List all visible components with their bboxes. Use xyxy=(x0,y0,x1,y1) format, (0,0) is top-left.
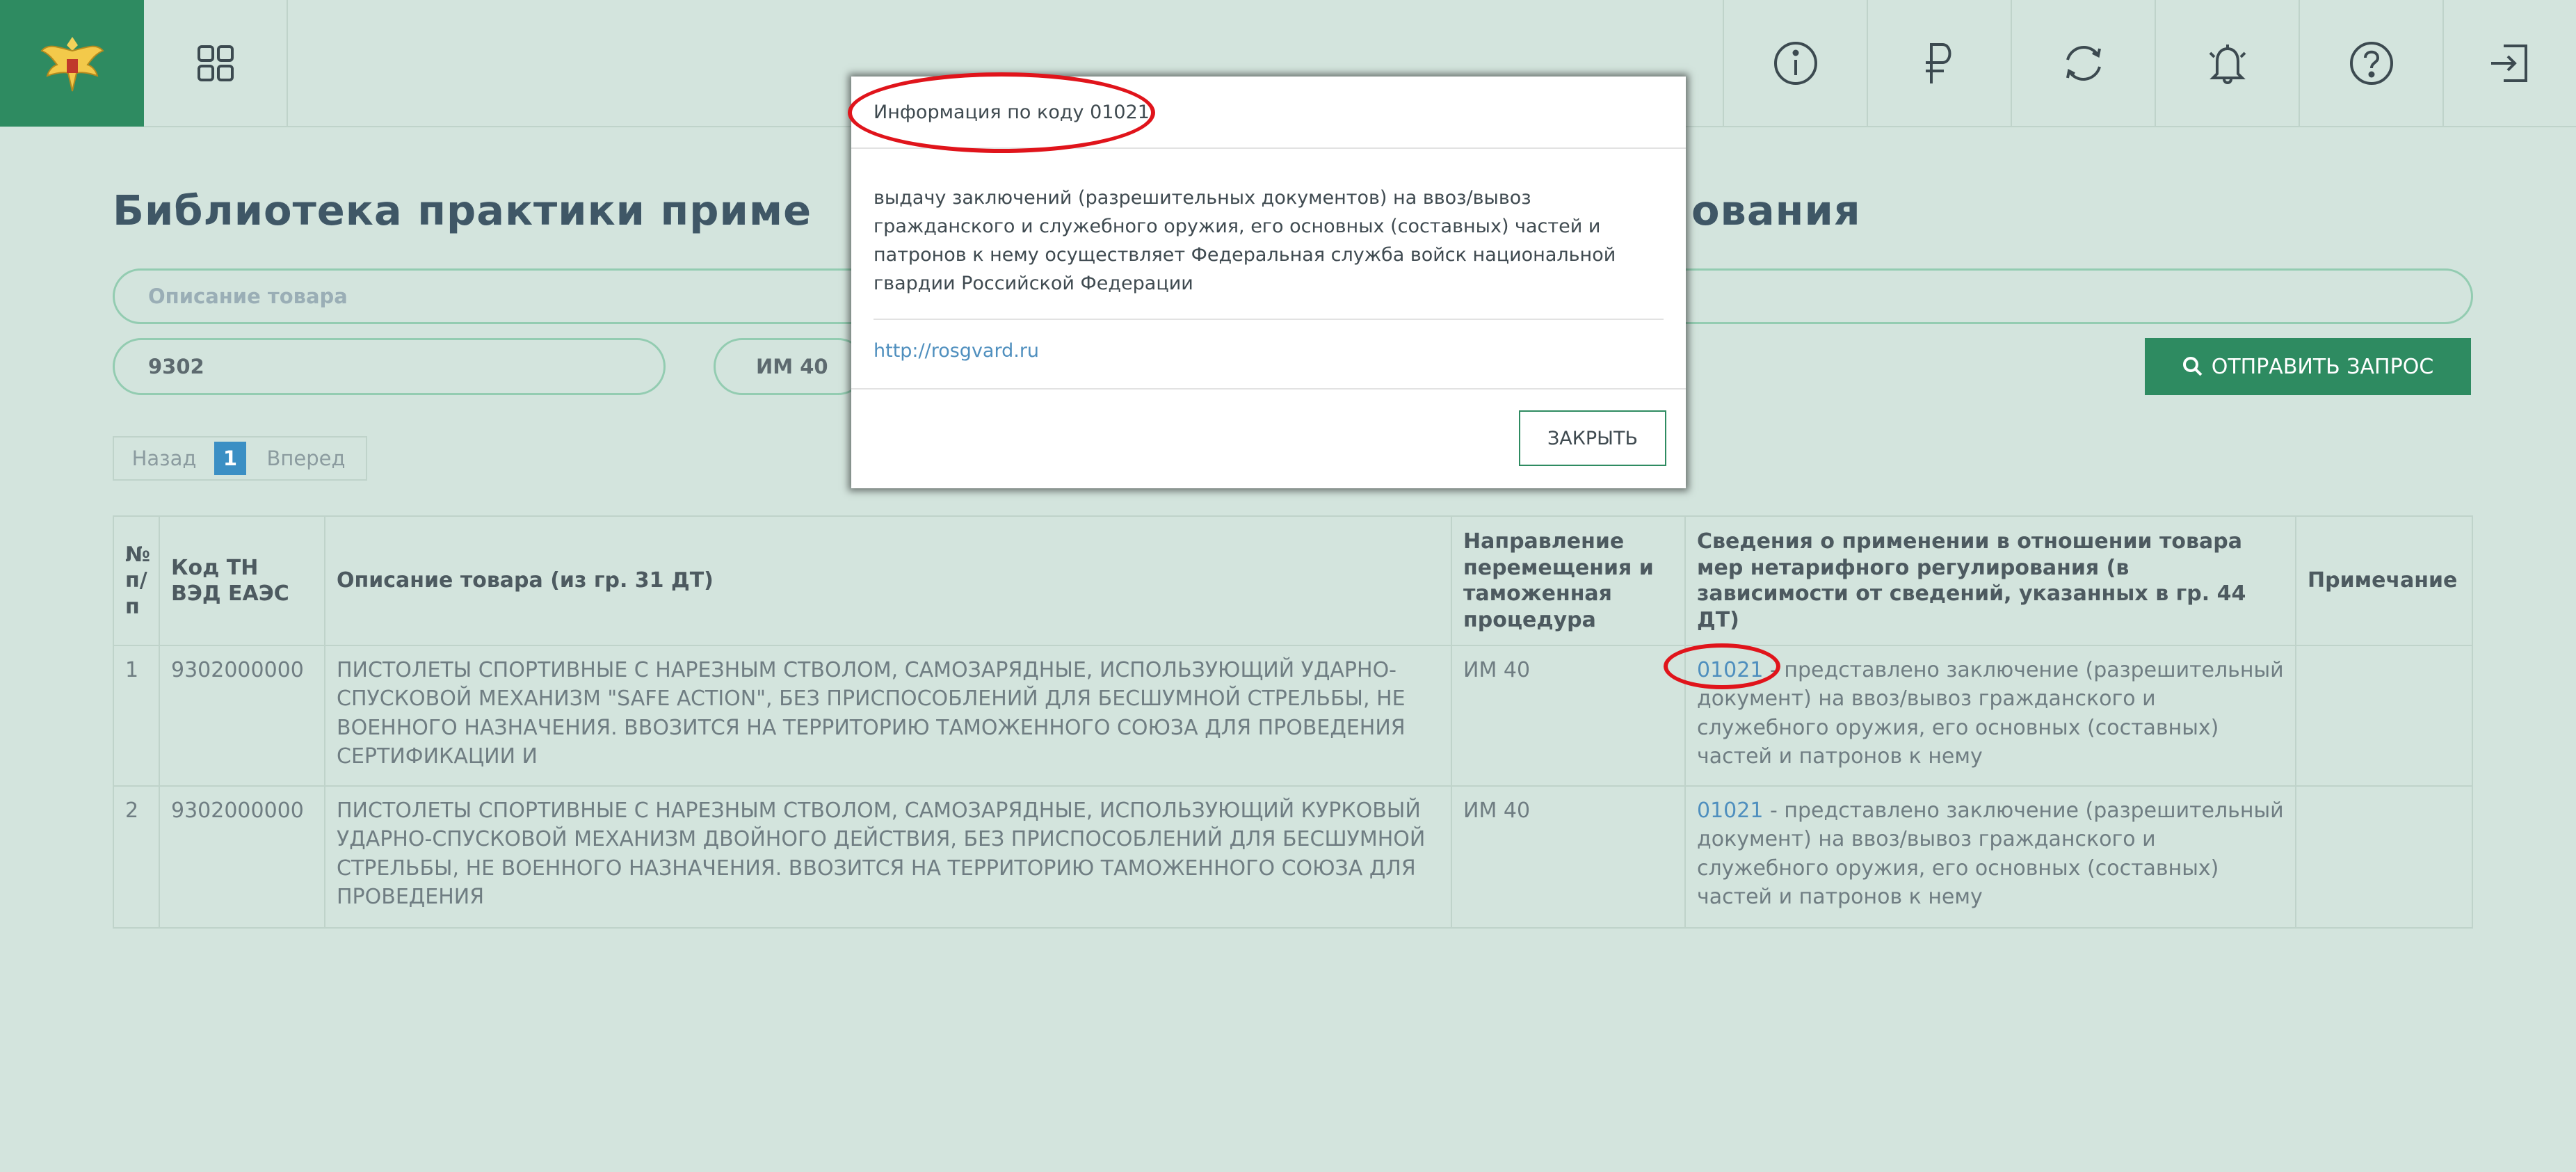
row-direction: ИМ 40 xyxy=(1451,645,1686,787)
refresh-icon xyxy=(2066,46,2101,81)
logout-button[interactable] xyxy=(2442,0,2576,127)
refresh-button[interactable] xyxy=(2011,0,2155,127)
row-num: 2 xyxy=(113,785,160,929)
grid-icon xyxy=(197,45,234,81)
measure-description: - представлено заключение (разрешительны… xyxy=(1697,658,2284,769)
row-description: ПИСТОЛЕТЫ СПОРТИВНЫЕ С НАРЕЗНЫМ СТВОЛОМ,… xyxy=(324,785,1452,929)
header-direction: Направление перемещения и таможенная про… xyxy=(1451,515,1686,646)
measure-code-link[interactable]: 01021 xyxy=(1697,798,1763,823)
modal-divider xyxy=(874,319,1664,320)
page-title-start: Библиотека практики приме xyxy=(113,186,812,234)
row-direction: ИМ 40 xyxy=(1451,785,1686,929)
eagle-emblem-icon xyxy=(40,37,104,92)
annotation-circle-code-link xyxy=(1664,643,1780,689)
apps-grid-button[interactable] xyxy=(144,0,288,127)
header-description: Описание товара (из гр. 31 ДТ) xyxy=(324,515,1452,646)
header-note: Примечание xyxy=(2295,515,2473,646)
pager-next[interactable]: Вперед xyxy=(246,438,366,479)
emblem-logo[interactable] xyxy=(0,0,144,127)
row-code: 9302000000 xyxy=(159,785,325,929)
header-info: Сведения о применении в отношении товара… xyxy=(1684,515,2296,646)
row-description: ПИСТОЛЕТЫ СПОРТИВНЫЕ С НАРЕЗНЫМ СТВОЛОМ,… xyxy=(324,645,1452,787)
send-request-button[interactable]: ОТПРАВИТЬ ЗАПРОС xyxy=(2145,338,2471,395)
table-row: 1 9302000000 ПИСТОЛЕТЫ СПОРТИВНЫЕ С НАРЕ… xyxy=(113,645,2473,787)
ruble-icon xyxy=(1925,43,1951,83)
help-icon xyxy=(2349,42,2393,85)
close-button[interactable]: ЗАКРЫТЬ xyxy=(1519,410,1666,466)
search-icon xyxy=(2182,357,2203,376)
measure-description: - представлено заключение (разрешительны… xyxy=(1697,798,2284,910)
row-info: 01021 - представлено заключение (разреши… xyxy=(1684,785,2296,929)
pager-current[interactable]: 1 xyxy=(214,442,246,475)
modal-link[interactable]: http://rosgvard.ru xyxy=(874,337,1664,365)
currency-button[interactable] xyxy=(1867,0,2011,127)
row-num: 1 xyxy=(113,645,160,787)
notifications-button[interactable] xyxy=(2155,0,2299,127)
table-row: 2 9302000000 ПИСТОЛЕТЫ СПОРТИВНЫЕ С НАРЕ… xyxy=(113,785,2473,929)
procedure-value: ИМ 40 xyxy=(756,355,828,378)
pager-prev[interactable]: Назад xyxy=(114,438,214,479)
procedure-input[interactable]: ИМ 40 xyxy=(714,338,867,395)
help-button[interactable] xyxy=(2299,0,2442,127)
table-header-row: № п/п Код ТН ВЭД ЕАЭС Описание товара (и… xyxy=(113,515,2473,646)
modal-footer: ЗАКРЫТЬ xyxy=(851,388,1686,490)
row-note xyxy=(2295,645,2473,787)
send-request-label: ОТПРАВИТЬ ЗАПРОС xyxy=(2211,354,2434,379)
logout-icon xyxy=(2491,45,2527,82)
results-table: № п/п Код ТН ВЭД ЕАЭС Описание товара (и… xyxy=(113,515,2473,929)
modal-body: выдачу заключений (разрешительных докуме… xyxy=(851,149,1686,365)
description-placeholder: Описание товара xyxy=(148,284,348,308)
annotation-circle-modal-title xyxy=(848,72,1155,153)
page-title: Библиотека практики приме ования xyxy=(113,186,1860,234)
info-icon xyxy=(1773,42,1817,85)
pagination: Назад 1 Вперед xyxy=(113,436,367,481)
row-note xyxy=(2295,785,2473,929)
tnved-code-input[interactable]: 9302 xyxy=(113,338,666,395)
header-num: № п/п xyxy=(113,515,160,646)
tnved-code-value: 9302 xyxy=(148,355,204,378)
modal-text: выдачу заключений (разрешительных докуме… xyxy=(874,187,1616,294)
row-code: 9302000000 xyxy=(159,645,325,787)
page-title-end: ования xyxy=(1691,186,1861,234)
header-code: Код ТН ВЭД ЕАЭС xyxy=(159,515,325,646)
bell-icon xyxy=(2209,45,2246,84)
info-button[interactable] xyxy=(1723,0,1867,127)
